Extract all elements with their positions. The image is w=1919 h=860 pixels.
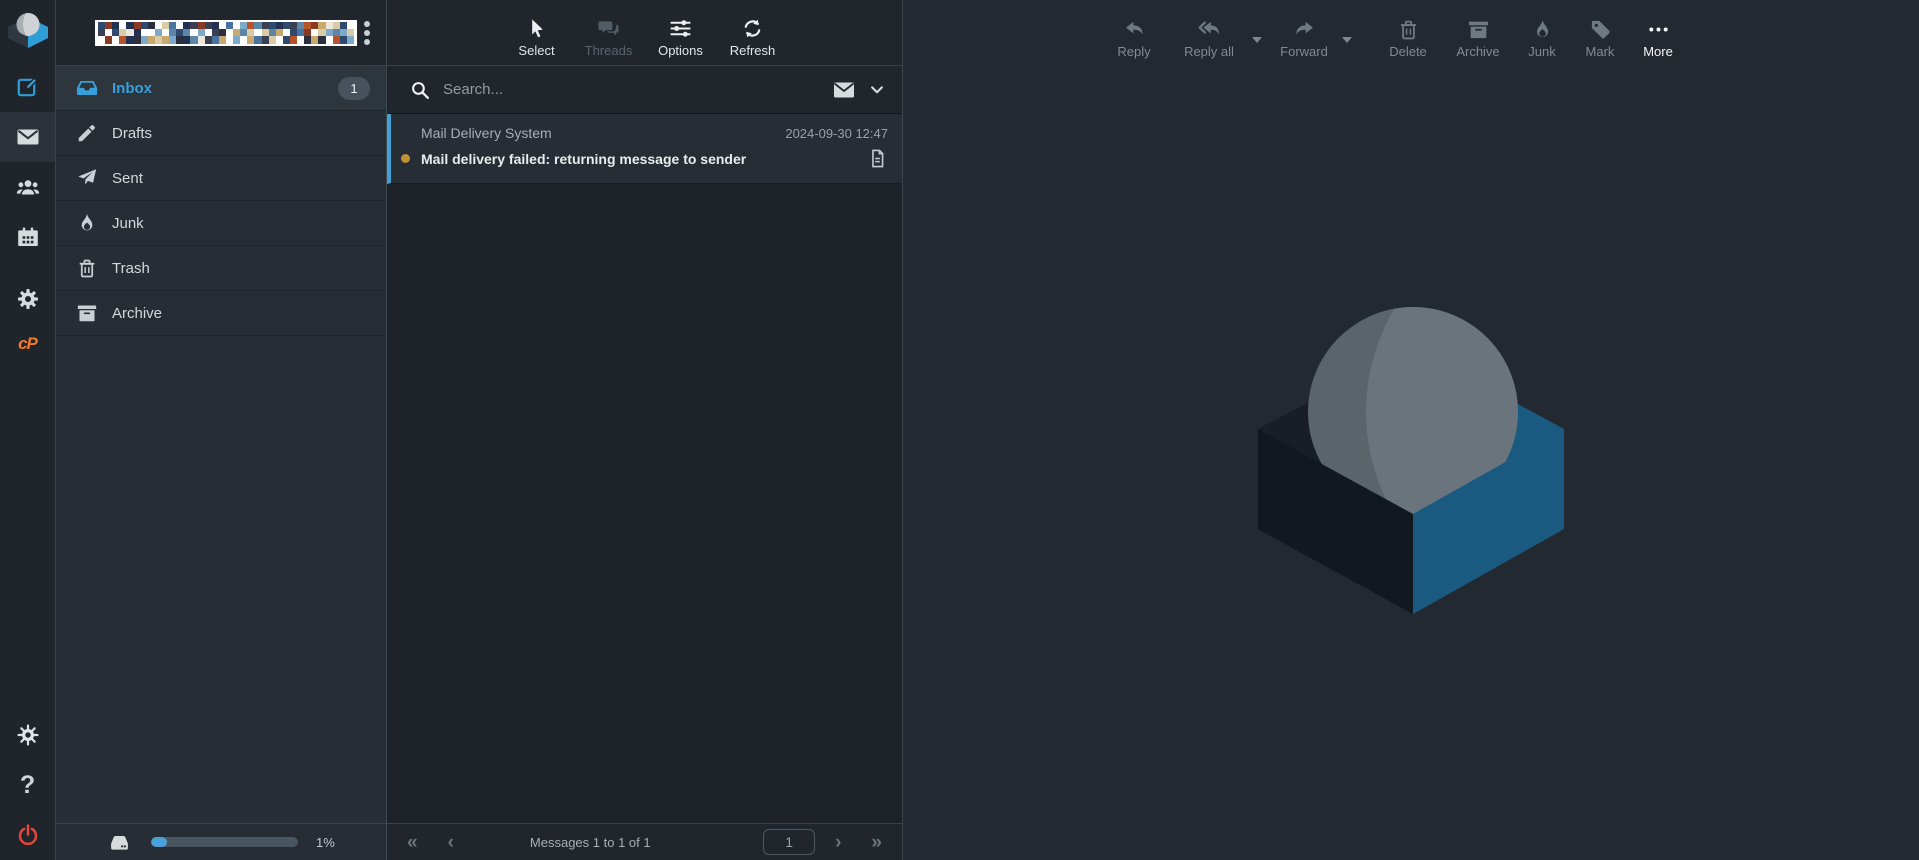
- archive-box-icon: [1467, 18, 1490, 41]
- flame-icon: [76, 212, 98, 234]
- cpanel-icon: cP: [18, 334, 38, 353]
- unread-count-badge: 1: [338, 76, 370, 100]
- message-date: 2024-09-30 12:47: [785, 125, 888, 141]
- content-body: [903, 66, 1919, 860]
- mark-button[interactable]: Mark: [1576, 18, 1624, 59]
- compose-button[interactable]: [0, 62, 55, 112]
- search-scope-button[interactable]: [832, 78, 856, 102]
- refresh-icon: [741, 17, 764, 40]
- folder-list: Inbox 1 Drafts Sent Junk Trash Archive: [56, 66, 386, 336]
- reply-icon: [1123, 18, 1146, 41]
- forward-icon: [1293, 18, 1316, 41]
- settings-gear-icon: [16, 287, 40, 311]
- refresh-button[interactable]: Refresh: [723, 17, 783, 58]
- rail-bottom-group: ?: [0, 710, 55, 860]
- search-input[interactable]: [443, 81, 820, 98]
- envelope-icon: [832, 78, 856, 102]
- storage-percent: 1%: [316, 834, 335, 850]
- forward-dropdown-icon[interactable]: [1342, 37, 1352, 43]
- logout-button[interactable]: [0, 810, 55, 860]
- message-sender: Mail Delivery System: [421, 125, 552, 141]
- messages-count-status: Messages 1 to 1 of 1: [529, 834, 651, 850]
- folder-item-trash[interactable]: Trash: [56, 246, 386, 291]
- rail-item-mail[interactable]: [0, 112, 55, 162]
- inbox-icon: [76, 77, 98, 99]
- mail-icon: [16, 125, 40, 149]
- storage-progress-bar: [151, 837, 298, 847]
- next-page-button[interactable]: ›: [831, 833, 845, 852]
- storage-quota: 1%: [56, 823, 386, 860]
- message-actions-toolbar: Reply Reply all Forward Delete Archive J…: [903, 0, 1883, 66]
- archive-button[interactable]: Archive: [1448, 18, 1508, 59]
- more-button[interactable]: More: [1634, 18, 1682, 59]
- folder-item-junk[interactable]: Junk: [56, 201, 386, 246]
- page-number-input[interactable]: [763, 829, 816, 855]
- search-bar: [387, 66, 902, 114]
- sun-icon: [16, 723, 40, 747]
- contacts-icon: [16, 175, 40, 199]
- account-header: [56, 0, 386, 66]
- flame-icon: [1531, 18, 1554, 41]
- folder-item-inbox[interactable]: Inbox 1: [56, 66, 386, 111]
- search-icon: [409, 79, 431, 101]
- sliders-icon: [669, 17, 692, 40]
- rail-item-settings[interactable]: [0, 274, 55, 324]
- calendar-icon: [16, 225, 40, 249]
- help-icon: ?: [19, 770, 36, 799]
- chevron-down-icon: [868, 81, 886, 99]
- account-email-redacted: [95, 19, 357, 46]
- trash-icon: [76, 257, 98, 279]
- cursor-icon: [525, 17, 548, 40]
- forward-button[interactable]: Forward: [1274, 18, 1334, 59]
- junk-button[interactable]: Junk: [1518, 18, 1566, 59]
- webmail-app: cP ? Inbox 1 Drafts Sent Junk Trash Arch…: [0, 0, 1919, 860]
- document-icon: [867, 148, 888, 169]
- roundcube-logo[interactable]: [0, 0, 55, 58]
- unread-dot-icon: [401, 154, 410, 163]
- rail-item-calendar[interactable]: [0, 212, 55, 262]
- paper-plane-icon: [76, 167, 98, 189]
- hard-disk-icon: [106, 830, 133, 854]
- folder-item-sent[interactable]: Sent: [56, 156, 386, 201]
- message-content-pane: Reply Reply all Forward Delete Archive J…: [903, 0, 1919, 860]
- last-page-button[interactable]: »: [867, 833, 886, 852]
- rail-item-help[interactable]: ?: [0, 760, 55, 810]
- message-subject: Mail delivery failed: returning message …: [421, 150, 747, 167]
- folder-item-archive[interactable]: Archive: [56, 291, 386, 336]
- message-row[interactable]: Mail Delivery System 2024-09-30 12:47 Ma…: [387, 114, 902, 184]
- reply-all-icon: [1198, 18, 1221, 41]
- pencil-icon: [76, 122, 98, 144]
- message-list-toolbar: Select Threads Options Refresh: [387, 0, 902, 66]
- message-list-panel: Select Threads Options Refresh Search...…: [387, 0, 903, 860]
- rail-item-contacts[interactable]: [0, 162, 55, 212]
- select-button[interactable]: Select: [507, 17, 567, 58]
- app-rail: cP ?: [0, 0, 56, 860]
- storage-progress-fill: [151, 837, 168, 847]
- options-button[interactable]: Options: [651, 17, 711, 58]
- messages: Mail Delivery System 2024-09-30 12:47 Ma…: [387, 114, 902, 184]
- first-page-button[interactable]: «: [403, 833, 422, 852]
- folders-panel: Inbox 1 Drafts Sent Junk Trash Archive 1…: [56, 0, 387, 860]
- reply-all-button[interactable]: Reply all: [1174, 18, 1244, 59]
- reply-all-dropdown-icon[interactable]: [1252, 37, 1262, 43]
- compose-icon: [16, 75, 40, 99]
- ellipsis-icon: [1647, 18, 1670, 41]
- archive-box-icon: [76, 302, 98, 324]
- folder-item-drafts[interactable]: Drafts: [56, 111, 386, 156]
- threads-button[interactable]: Threads: [579, 17, 639, 58]
- rail-item-display[interactable]: [0, 710, 55, 760]
- kebab-menu-icon[interactable]: [358, 17, 376, 49]
- reply-button[interactable]: Reply: [1104, 18, 1164, 59]
- power-icon: [16, 823, 40, 847]
- pagination-bar: « ‹ Messages 1 to 1 of 1 › »: [387, 823, 902, 860]
- prev-page-button[interactable]: ‹: [444, 833, 458, 852]
- tag-icon: [1589, 18, 1612, 41]
- roundcube-logo-watermark: [1258, 307, 1564, 614]
- search-options-button[interactable]: [868, 81, 886, 99]
- rail-item-cpanel[interactable]: cP: [0, 324, 55, 364]
- chat-bubbles-icon: [597, 17, 620, 40]
- delete-button[interactable]: Delete: [1378, 18, 1438, 59]
- roundcube-logo-icon: [7, 13, 48, 48]
- trash-icon: [1397, 18, 1420, 41]
